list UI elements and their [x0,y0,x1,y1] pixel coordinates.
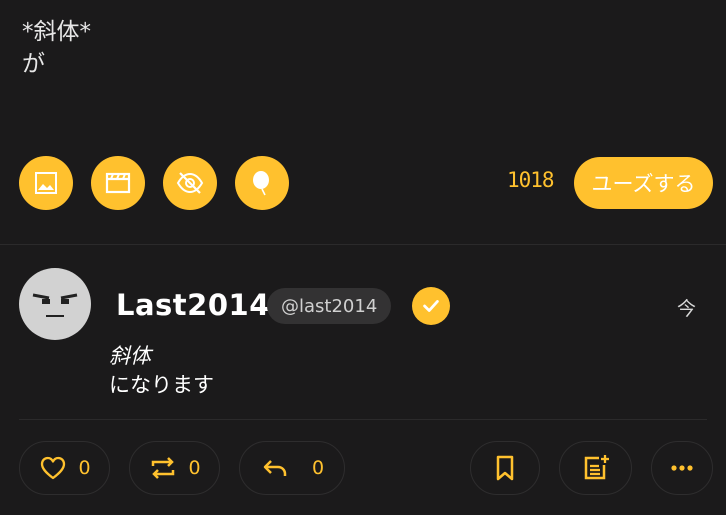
post-body: 斜体 になります [109,342,214,400]
balloon-icon [253,171,269,196]
post-body-text: になります [109,373,214,397]
reply-button[interactable]: 0 [239,441,345,495]
reply-icon [263,460,287,476]
like-count: 0 [78,457,91,479]
bookmark-button[interactable] [470,441,540,495]
video-icon [105,172,131,194]
note-add-icon [584,455,609,480]
avatar-face [32,293,78,317]
more-button[interactable] [651,441,713,495]
display-name[interactable]: Last2014 [116,288,270,322]
reply-count: 0 [311,457,325,479]
add-to-note-button[interactable] [559,441,632,495]
attach-image-button[interactable] [19,156,73,210]
renote-button[interactable]: 0 [129,441,220,495]
renote-count: 0 [188,457,201,479]
like-button[interactable]: 0 [19,441,110,495]
composer-text[interactable]: *斜体* が [22,16,91,80]
character-count: 1018 [507,168,555,192]
post-button[interactable]: ユーズする [574,157,713,209]
repeat-icon [152,457,175,479]
more-icon [671,465,693,471]
post-body-italic: 斜体 [109,344,151,368]
user-handle[interactable]: @last2014 [267,288,392,324]
divider [19,419,707,420]
avatar[interactable] [19,268,91,340]
verified-badge [412,287,450,325]
balloon-button[interactable] [235,156,289,210]
bookmark-icon [496,455,514,481]
check-icon [423,300,439,312]
post-timestamp[interactable]: 今 [677,294,696,321]
attach-video-button[interactable] [91,156,145,210]
composer-line-1: *斜体* [22,19,91,45]
composer-line-2: が [22,51,45,77]
heart-icon [41,456,66,480]
eye-off-icon [176,172,204,194]
divider [0,244,726,245]
image-icon [35,172,57,194]
hide-content-button[interactable] [163,156,217,210]
